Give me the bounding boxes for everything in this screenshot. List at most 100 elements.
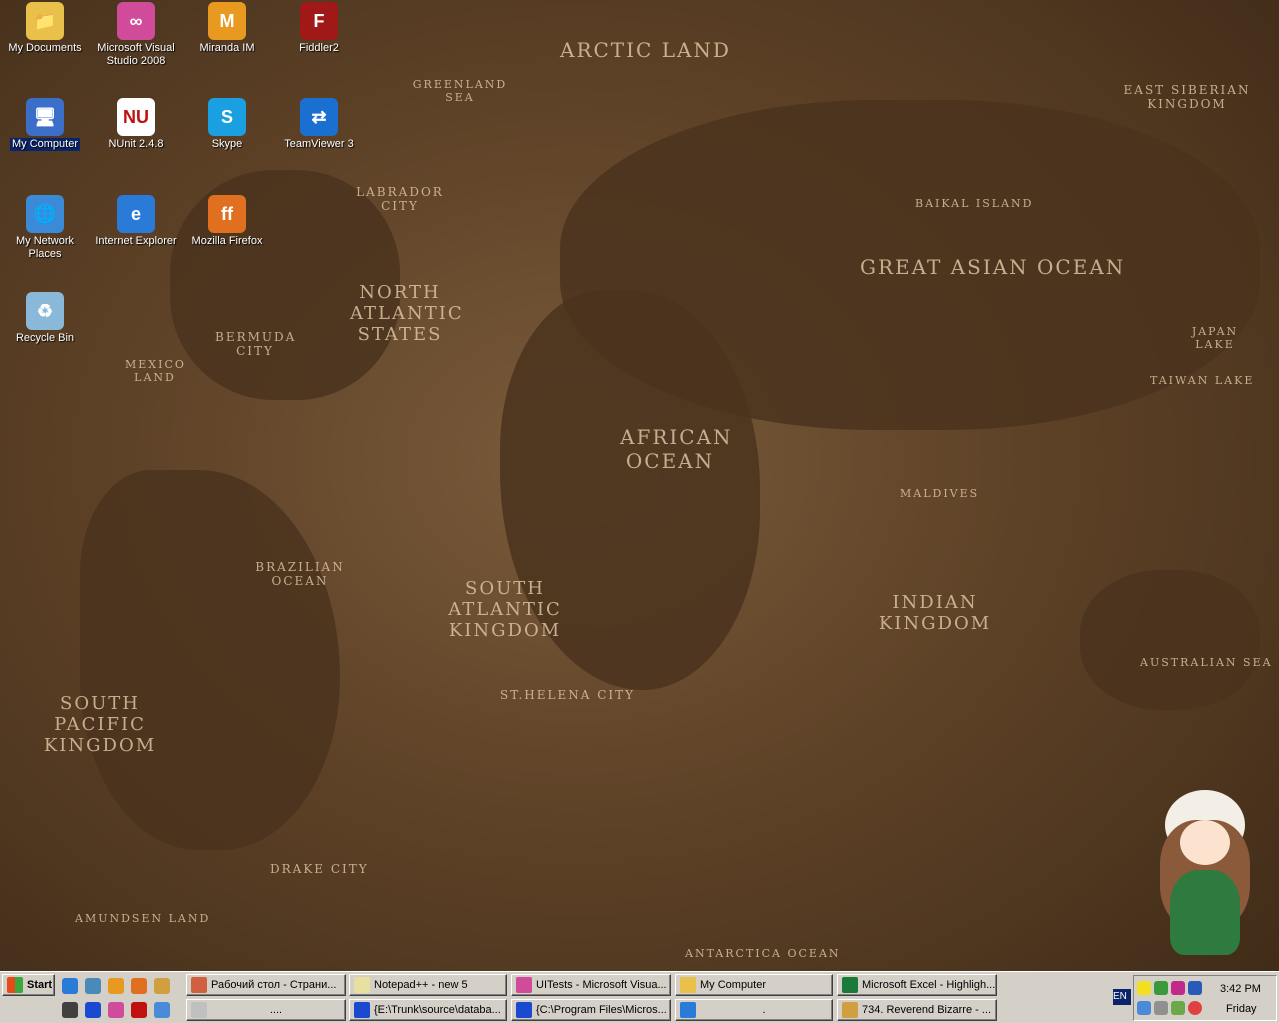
desktop-icon-label: My Documents: [8, 42, 82, 54]
map-label: AMUNDSEN LAND: [75, 912, 211, 925]
desktop-icon-label: Mozilla Firefox: [191, 235, 263, 247]
map-label: DRAKE CITY: [270, 862, 369, 876]
taskbar-button[interactable]: Notepad++ - new 5: [349, 974, 507, 996]
start-label: Start: [27, 979, 53, 991]
map-label: INDIAN KINGDOM: [878, 592, 992, 634]
map-label: SOUTH PACIFIC KINGDOM: [43, 693, 157, 756]
desktop-icon-label: Recycle Bin: [15, 332, 75, 344]
taskbar-button[interactable]: UITests - Microsoft Visua...: [511, 974, 671, 996]
map-label: MALDIVES: [900, 487, 980, 500]
taskbar-button[interactable]: 734. Reverend Bizarre - ...: [837, 999, 997, 1021]
desktop-icon-teamviewer-3[interactable]: ⇄ TeamViewer 3: [274, 98, 364, 151]
desktop-icon-nunit-2-4-8[interactable]: NU NUnit 2.4.8: [91, 98, 181, 151]
sync-icon[interactable]: [1171, 1001, 1185, 1015]
taskbar-button[interactable]: ....: [186, 999, 346, 1021]
map-label: GREENLAND SEA: [412, 78, 508, 104]
taskbar: Start Рабочий стол - Страни... Notepad++ …: [0, 971, 1279, 1023]
taskbar-button[interactable]: .: [675, 999, 833, 1021]
map-label: EAST SIBERIAN KINGDOM: [1123, 83, 1251, 111]
taskbar-button[interactable]: {E:\Trunk\source\databa...: [349, 999, 507, 1021]
desktop-icon-label: Fiddler2: [299, 42, 339, 54]
clock-day[interactable]: Friday: [1226, 1003, 1257, 1015]
system-tray: 3:42 PM Friday: [1133, 975, 1277, 1021]
quick-launch-resharper-icon[interactable]: [62, 1002, 78, 1018]
task-label: {C:\Program Files\Micros...: [536, 1004, 667, 1016]
desktop-icon-label: Miranda IM: [199, 42, 255, 54]
task-app-icon: [842, 1002, 858, 1018]
map-label: ST.HELENA CITY: [500, 688, 636, 702]
volume-icon[interactable]: [1154, 1001, 1168, 1015]
quick-launch-internet-explorer-icon[interactable]: [62, 978, 78, 994]
language-indicator[interactable]: EN: [1113, 989, 1131, 1005]
desktop-icon-mozilla-firefox[interactable]: ff Mozilla Firefox: [182, 195, 272, 248]
ffa-icon[interactable]: [1188, 981, 1202, 995]
skype-icon: S: [208, 98, 246, 136]
quick-launch-firefox-icon[interactable]: [131, 978, 147, 994]
map-label: ANTARCTICA OCEAN: [685, 947, 841, 960]
taskbar-button[interactable]: Рабочий стол - Страни...: [186, 974, 346, 996]
clock-time[interactable]: 3:42 PM: [1220, 983, 1261, 995]
desktop-icon-microsoft-visual-studio-2008[interactable]: ∞ Microsoft Visual Studio 2008: [91, 2, 181, 68]
task-app-icon: [680, 1002, 696, 1018]
windows-logo-icon: [7, 977, 23, 993]
desktop-icon-skype[interactable]: S Skype: [182, 98, 272, 151]
quick-launch-outlook-icon[interactable]: [85, 978, 101, 994]
task-app-icon: [191, 977, 207, 993]
desktop-icon-internet-explorer[interactable]: e Internet Explorer: [91, 195, 181, 248]
microsoft-visual-studio-2008-icon: ∞: [117, 2, 155, 40]
map-label: LABRADOR CITY: [356, 185, 444, 213]
task-label: Notepad++ - new 5: [374, 979, 468, 991]
desktop-icon-my-computer[interactable]: 🖥 My Computer: [0, 98, 90, 151]
desktop-icon-label: Internet Explorer: [95, 235, 177, 247]
desktop-icon-label: Skype: [211, 138, 243, 150]
desktop-icon-miranda-im[interactable]: M Miranda IM: [182, 2, 272, 55]
desktop-icon-label: My Computer: [9, 138, 81, 151]
task-app-icon: [354, 977, 370, 993]
stop-icon[interactable]: [1188, 1001, 1202, 1015]
map-label: ARCTIC LAND: [560, 38, 731, 62]
task-app-icon: [516, 1002, 532, 1018]
quick-launch-visual-studio-icon[interactable]: [108, 1002, 124, 1018]
task-label: My Computer: [700, 979, 767, 991]
start-button[interactable]: Start: [2, 974, 55, 996]
desktop-icon-my-network-places[interactable]: 🌐 My Network Places: [0, 195, 90, 261]
quick-launch-miranda-icon[interactable]: [108, 978, 124, 994]
desktop-icon-label: NUnit 2.4.8: [108, 138, 164, 150]
user-icon[interactable]: [1154, 981, 1168, 995]
my-computer-icon: 🖥: [26, 98, 64, 136]
star-icon[interactable]: [1137, 981, 1151, 995]
quick-launch-totalcmd-icon[interactable]: [85, 1002, 101, 1018]
desktop-icon-recycle-bin[interactable]: ♻ Recycle Bin: [0, 292, 90, 345]
taskbar-button[interactable]: My Computer: [675, 974, 833, 996]
task-label: ....: [269, 1004, 283, 1016]
recycle-bin-icon: ♻: [26, 292, 64, 330]
resharper-icon[interactable]: [1171, 981, 1185, 995]
miranda-im-icon: M: [208, 2, 246, 40]
mozilla-firefox-icon: ff: [208, 195, 246, 233]
fiddler2-icon: F: [300, 2, 338, 40]
map-label: BERMUDA CITY: [215, 330, 297, 358]
taskbar-button[interactable]: Microsoft Excel - Highligh...: [837, 974, 997, 996]
desktop-icon-label: My Network Places: [15, 235, 75, 260]
task-label: {E:\Trunk\source\databa...: [374, 1004, 501, 1016]
desktop-icon-my-documents[interactable]: 📁 My Documents: [0, 2, 90, 55]
desktop-icon-fiddler2[interactable]: F Fiddler2: [274, 2, 364, 55]
map-label: JAPAN LAKE: [1191, 325, 1239, 351]
internet-explorer-icon: e: [117, 195, 155, 233]
quick-launch-nunit-icon[interactable]: [131, 1002, 147, 1018]
quick-launch-winamp-icon[interactable]: [154, 978, 170, 994]
my-documents-icon: 📁: [26, 2, 64, 40]
character-mascot: [1150, 790, 1260, 960]
map-label: TAIWAN LAKE: [1150, 374, 1255, 387]
quick-launch-network-icon[interactable]: [154, 1002, 170, 1018]
map-label: BRAZILIAN OCEAN: [255, 560, 345, 588]
task-label: 734. Reverend Bizarre - ...: [862, 1004, 992, 1016]
network-icon[interactable]: [1137, 1001, 1151, 1015]
map-label: SOUTH ATLANTIC KINGDOM: [448, 578, 562, 641]
task-app-icon: [680, 977, 696, 993]
map-label: BAIKAL ISLAND: [915, 197, 1034, 210]
map-label: AUSTRALIAN SEA: [1140, 656, 1273, 669]
taskbar-button[interactable]: {C:\Program Files\Micros...: [511, 999, 671, 1021]
map-label: AFRICAN OCEAN: [620, 425, 733, 473]
map-label: MEXICO LAND: [125, 358, 186, 384]
